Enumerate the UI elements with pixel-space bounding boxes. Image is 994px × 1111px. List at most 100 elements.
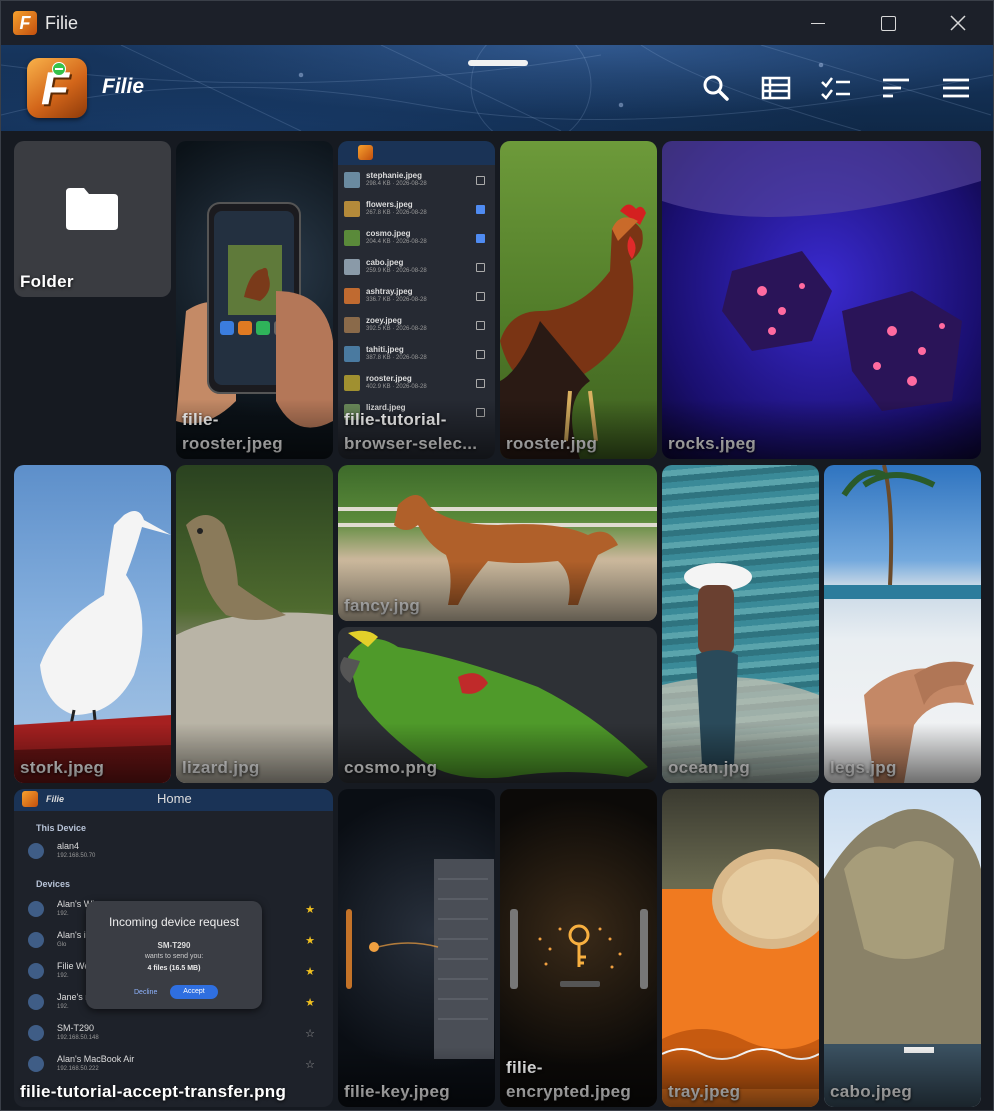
- file-tile-tutorial-accept-transfer[interactable]: Filie Home This Device alan4 192.168.50.…: [14, 789, 333, 1107]
- horse-image: [338, 495, 657, 605]
- file-tile-rooster[interactable]: rooster.jpg: [500, 141, 657, 459]
- file-tile-filie-key[interactable]: filie-key.jpeg: [338, 789, 495, 1107]
- file-tile-tray[interactable]: tray.jpeg: [662, 789, 819, 1107]
- mini-file-row: tahiti.jpeg 387.8 KB · 2026-08-28: [344, 343, 489, 369]
- tile-label: rooster.jpg: [506, 434, 598, 453]
- encrypted-key-image: [510, 909, 648, 989]
- mini-header: Home: [157, 791, 192, 806]
- checkbox-icon: [476, 321, 485, 330]
- window-title: Filie: [45, 13, 79, 33]
- mini-app-bar: Filie Home: [14, 789, 333, 811]
- list-view-button[interactable]: [758, 70, 794, 106]
- star-icon: ★: [305, 935, 315, 947]
- tile-label: filie- rooster.jpeg: [182, 410, 283, 453]
- rocks-image: [662, 141, 981, 411]
- checkbox-icon: [476, 292, 485, 301]
- tile-label: ocean.jpg: [668, 758, 751, 777]
- tile-label: tray.jpeg: [668, 1082, 741, 1101]
- tile-label: cabo.jpeg: [830, 1082, 913, 1101]
- tile-label: filie- encrypted.jpeg: [506, 1058, 632, 1101]
- star-icon: ☆: [305, 1059, 315, 1071]
- coconut-tray-image: [662, 849, 819, 1107]
- woman-at-beach-image: [662, 563, 819, 783]
- minimize-button[interactable]: [783, 1, 853, 45]
- mini-app-name: Filie: [46, 794, 65, 804]
- mini-device-row: alan4 192.168.50.70: [24, 839, 323, 867]
- checkbox-icon: [476, 379, 485, 388]
- maximize-button[interactable]: [853, 1, 923, 45]
- checkbox-icon: [476, 234, 485, 243]
- minimize-icon: [811, 22, 825, 24]
- mini-incoming-dialog: Incoming device request SM-T290 wants to…: [86, 901, 262, 1009]
- tile-label: cosmo.png: [344, 758, 438, 777]
- folder-icon: [66, 188, 118, 230]
- select-icon: [821, 77, 850, 100]
- mini-app-bar: [338, 141, 495, 165]
- file-tile-cabo[interactable]: cabo.jpeg: [824, 789, 981, 1107]
- rock-formation-image: [824, 809, 981, 1107]
- mini-file-row: lizard.jpeg: [344, 401, 489, 427]
- file-tile-filie-rooster[interactable]: filie- rooster.jpeg: [176, 141, 333, 459]
- checkbox-icon: [476, 350, 485, 359]
- tile-label: filie-tutorial- browser-selec...: [344, 410, 478, 453]
- app-bar: F Filie: [1, 45, 993, 131]
- sort-button[interactable]: [878, 70, 914, 106]
- mini-file-row: stephanie.jpeg 298.4 KB · 2026-08-28: [344, 169, 489, 195]
- iguana-image: [176, 515, 333, 783]
- close-icon: [950, 15, 966, 31]
- mini-device-row: SM-T290 192.168.50.148 ☆: [24, 1021, 323, 1049]
- file-tile-cosmo[interactable]: cosmo.png: [338, 627, 657, 783]
- egret-image: [14, 511, 171, 783]
- file-tile-stork[interactable]: stork.jpeg: [14, 465, 171, 783]
- file-tile-tutorial-browser[interactable]: stephanie.jpeg 298.4 KB · 2026-08-28 flowe…: [338, 141, 495, 459]
- list-view-icon: [761, 76, 791, 100]
- file-tile-fancy[interactable]: fancy.jpg: [338, 465, 657, 621]
- checkbox-icon: [476, 263, 485, 272]
- app-small-logo-icon: F: [13, 11, 37, 35]
- tile-label: stork.jpeg: [20, 758, 105, 777]
- mini-file-row: ashtray.jpeg 336.7 KB · 2026-08-28: [344, 285, 489, 311]
- checkbox-icon: [476, 205, 485, 214]
- star-icon: ☆: [305, 1028, 315, 1040]
- tile-label: filie-key.jpeg: [344, 1082, 450, 1101]
- sort-icon: [883, 78, 909, 98]
- maximize-icon: [880, 15, 896, 31]
- mini-section-label: Devices: [36, 879, 71, 889]
- drag-handle[interactable]: [468, 60, 528, 66]
- search-icon: [703, 75, 729, 101]
- folder-tile[interactable]: Folder: [14, 141, 171, 297]
- rooster-image: [500, 204, 646, 459]
- tile-label: filie-tutorial-accept-transfer.png: [20, 1082, 287, 1101]
- mini-section-label: This Device: [36, 823, 87, 833]
- tile-label: fancy.jpg: [344, 596, 421, 615]
- file-tile-lizard[interactable]: lizard.jpg: [176, 465, 333, 783]
- app-name: Filie: [102, 75, 145, 98]
- mini-file-row: zoey.jpeg 392.5 KB · 2026-08-28: [344, 314, 489, 340]
- file-tile-filie-encrypted[interactable]: filie- encrypted.jpeg: [500, 789, 657, 1107]
- app-logo: F: [27, 58, 87, 118]
- search-button[interactable]: [698, 70, 734, 106]
- close-button[interactable]: [923, 1, 993, 45]
- tile-label: legs.jpg: [830, 758, 897, 777]
- mini-file-row: rooster.jpeg 402.9 KB · 2026-08-28: [344, 372, 489, 398]
- file-tile-rocks[interactable]: rocks.jpeg: [662, 141, 981, 459]
- title-bar[interactable]: F Filie: [1, 1, 993, 45]
- mini-device-row: Alan's MacBook Air 192.168.50.222 ☆: [24, 1052, 323, 1080]
- star-icon: ★: [305, 966, 315, 978]
- app-window: F Filie F Filie Folder filie- rooster.jp…: [0, 0, 994, 1111]
- file-tile-legs[interactable]: legs.jpg: [824, 465, 981, 783]
- phone-in-hand-image: [176, 202, 333, 428]
- menu-icon: [943, 78, 969, 98]
- mini-file-row: flowers.jpeg 267.8 KB · 2026-08-28: [344, 198, 489, 224]
- star-icon: ★: [305, 904, 315, 916]
- menu-button[interactable]: [938, 70, 974, 106]
- star-icon: ★: [305, 997, 315, 1009]
- select-button[interactable]: [818, 70, 854, 106]
- server-key-image: [346, 859, 494, 1059]
- parrot-image: [340, 630, 648, 779]
- tile-label: lizard.jpg: [182, 758, 260, 777]
- checkbox-icon: [476, 408, 485, 417]
- tile-label: rocks.jpeg: [668, 434, 757, 453]
- tile-label: Folder: [20, 272, 74, 291]
- file-tile-ocean[interactable]: ocean.jpg: [662, 465, 819, 783]
